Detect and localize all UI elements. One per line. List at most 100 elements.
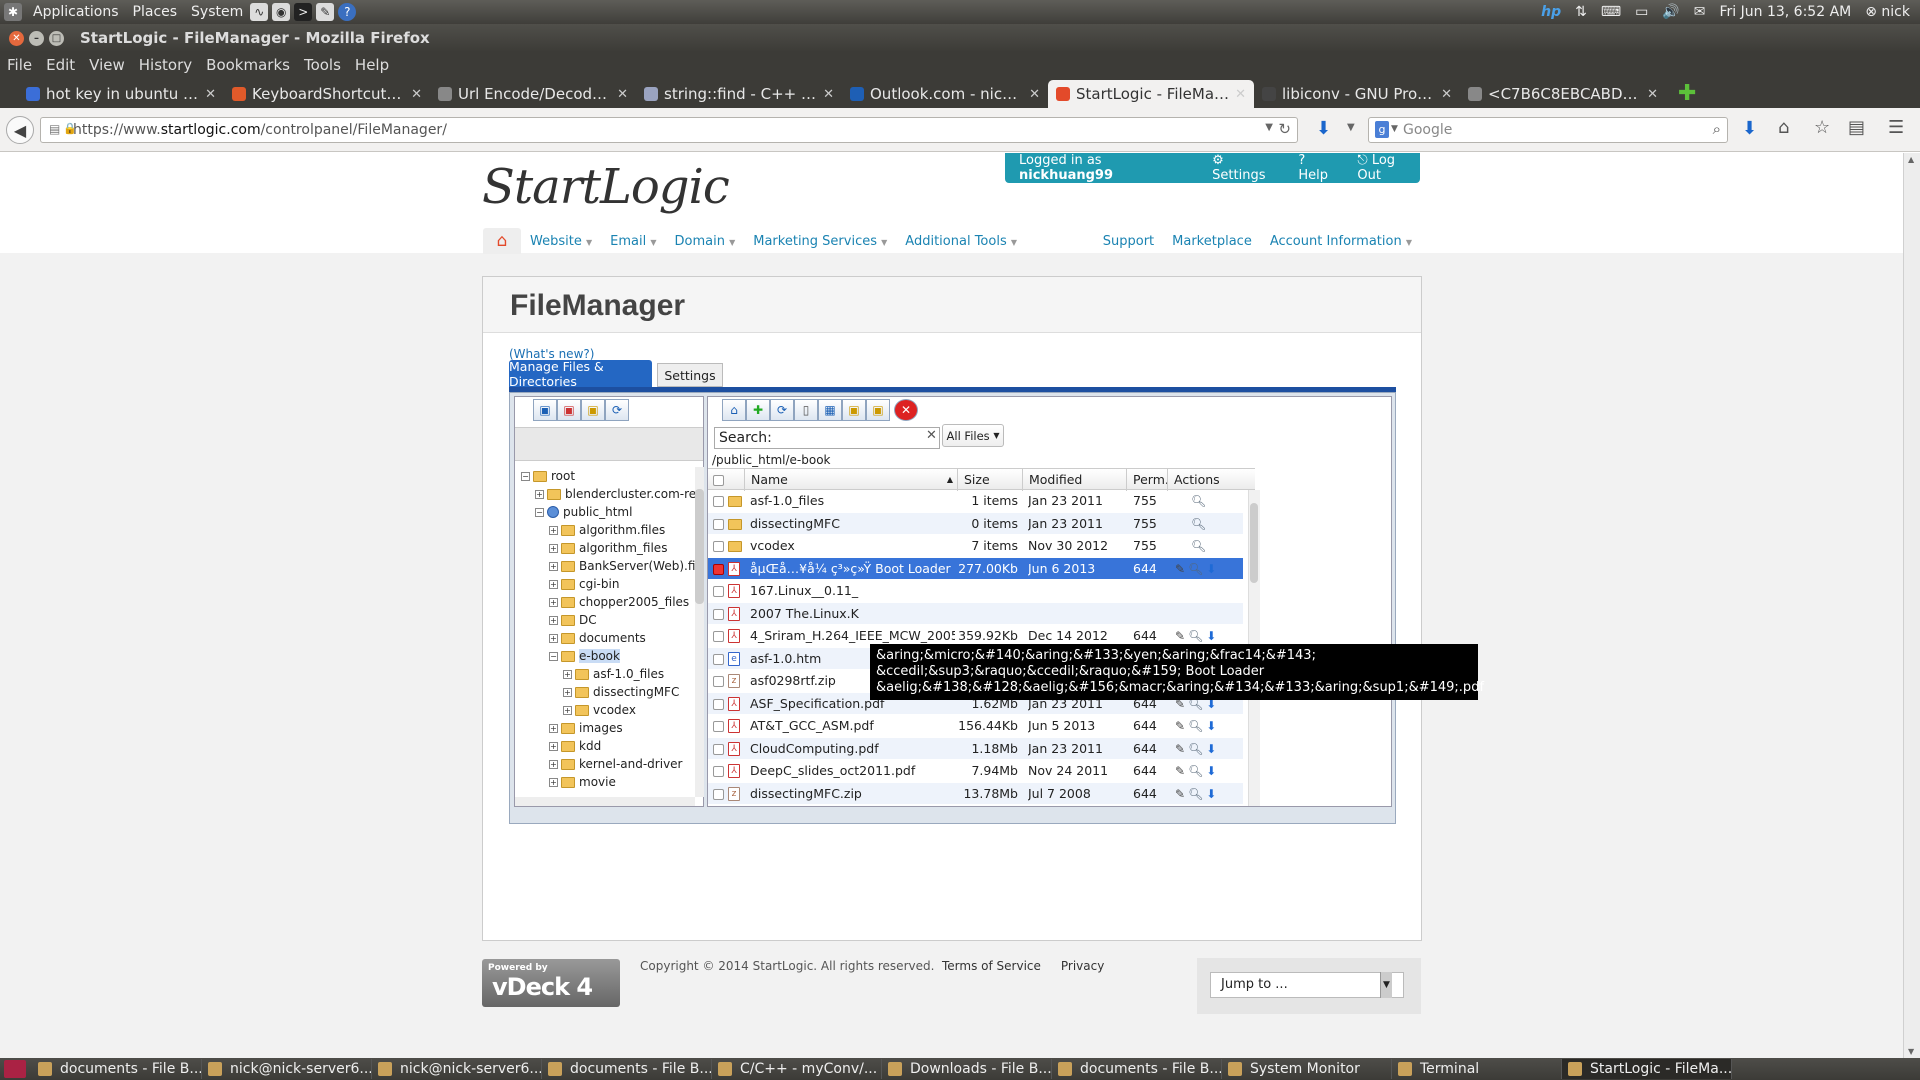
- expand-toggle-icon[interactable]: +: [549, 543, 558, 553]
- expand-toggle-icon[interactable]: −: [521, 471, 530, 481]
- nav-additional-tools[interactable]: Additional Tools ▼: [896, 234, 1026, 249]
- nav-account-information[interactable]: Account Information ▼: [1261, 234, 1421, 249]
- expand-toggle-icon[interactable]: +: [549, 777, 558, 787]
- tree-node[interactable]: + documents: [549, 629, 646, 647]
- edit-pencil-icon[interactable]: ✎: [1175, 629, 1185, 643]
- download-arrow-icon[interactable]: ⬇: [1206, 742, 1216, 756]
- row-checkbox[interactable]: [713, 721, 724, 732]
- tab-3[interactable]: string::find - C++ Re... ✕: [636, 80, 842, 108]
- menu-file[interactable]: File: [0, 56, 39, 74]
- tab-2[interactable]: Url Encode/Decode online ✕: [430, 80, 636, 108]
- tree-node[interactable]: − public_html: [535, 503, 632, 521]
- upload-image-icon[interactable]: ▦: [818, 399, 842, 421]
- settings-link[interactable]: ⚙ Settings: [1212, 153, 1278, 183]
- url-bar[interactable]: ▤ 🔒 https://www. startlogic.com/controlpa…: [40, 117, 1298, 143]
- startlogic-logo[interactable]: StartLogic: [482, 159, 730, 215]
- scroll-up-icon[interactable]: ▲: [1908, 155, 1914, 164]
- tree-node[interactable]: + DC: [549, 611, 597, 629]
- column-name[interactable]: Name ▲: [744, 469, 957, 491]
- jump-dropdown-icon[interactable]: ▼: [1380, 972, 1392, 998]
- tree-node[interactable]: + algorithm_files: [549, 539, 667, 557]
- tree-node[interactable]: + BankServer(Web).fi: [549, 557, 695, 575]
- expand-toggle-icon[interactable]: +: [549, 561, 558, 571]
- file-search-input[interactable]: Search:: [714, 427, 940, 449]
- table-row[interactable]: ⅄ åµŒå…¥å¼ ç³»ç»Ÿ Boot Loader æŠ€...277.0…: [708, 557, 1243, 580]
- expand-toggle-icon[interactable]: +: [549, 759, 558, 769]
- clock[interactable]: Fri Jun 13, 6:52 AM: [1720, 4, 1852, 20]
- tab-0[interactable]: hot key in ubuntu to ... ✕: [18, 80, 224, 108]
- row-checkbox[interactable]: [713, 766, 724, 777]
- view-magnifier-icon[interactable]: 🔍︎: [1188, 719, 1203, 733]
- nav-marketing[interactable]: Marketing Services ▼: [744, 234, 896, 249]
- table-row[interactable]: z dissectingMFC.zip 13.78Mb Jul 7 2008 644 ✎ 🔍…: [708, 782, 1243, 805]
- privacy-link[interactable]: Privacy: [1061, 959, 1104, 973]
- tab-close-icon[interactable]: ✕: [1441, 87, 1452, 102]
- home-nav-icon[interactable]: ⌂: [483, 228, 521, 254]
- view-magnifier-icon[interactable]: 🔍︎: [1188, 787, 1203, 801]
- tree-node[interactable]: + cgi-bin: [549, 575, 619, 593]
- page-scrollbar[interactable]: ▲ ▼: [1903, 153, 1920, 1058]
- expand-toggle-icon[interactable]: +: [563, 669, 572, 679]
- table-row[interactable]: asf-1.0_files 1 items Jan 23 2011 755 🔍︎: [708, 490, 1243, 513]
- new-tab-plus-icon[interactable]: ✚: [1678, 80, 1696, 108]
- download-arrow-icon[interactable]: ⬇: [1206, 629, 1216, 643]
- terminal-launcher-icon[interactable]: >: [294, 3, 313, 21]
- tab-close-icon[interactable]: ✕: [823, 87, 834, 102]
- download-arrow-icon[interactable]: ⬇: [1206, 562, 1216, 576]
- help-link[interactable]: ? Help: [1298, 153, 1337, 183]
- google-engine-icon[interactable]: g: [1375, 121, 1389, 138]
- add-file-icon[interactable]: ✚: [746, 399, 770, 421]
- tab-close-icon[interactable]: ✕: [1235, 87, 1246, 102]
- nav-email[interactable]: Email ▼: [601, 234, 665, 249]
- bookmarks-list-icon[interactable]: ▤: [1848, 117, 1865, 138]
- row-checkbox[interactable]: [713, 496, 724, 507]
- taskbar-item[interactable]: nick@nick-server6...: [202, 1059, 372, 1079]
- download-arrow-icon[interactable]: ⬇: [1206, 764, 1216, 778]
- tree-node[interactable]: + chopper2005_files: [549, 593, 689, 611]
- folder-properties-icon[interactable]: ▣: [581, 399, 605, 421]
- taskbar-item[interactable]: documents - File B...: [542, 1059, 712, 1079]
- tree-node[interactable]: + movie: [549, 773, 616, 791]
- expand-toggle-icon[interactable]: −: [549, 651, 558, 661]
- tab-close-icon[interactable]: ✕: [411, 87, 422, 102]
- reload-icon[interactable]: ↻: [1278, 120, 1291, 138]
- row-checkbox[interactable]: [713, 518, 724, 530]
- downloads-icon[interactable]: ⬇: [1742, 118, 1757, 139]
- edit-pencil-icon[interactable]: ✎: [1175, 764, 1185, 778]
- tab-7[interactable]: <C7B6C8EBCABDCFB5C... ✕: [1460, 80, 1666, 108]
- jump-to-select[interactable]: Jump to ...: [1210, 972, 1404, 998]
- view-magnifier-icon[interactable]: 🔍︎: [1188, 562, 1203, 576]
- expand-toggle-icon[interactable]: +: [535, 489, 544, 499]
- view-magnifier-icon[interactable]: 🔍︎: [1188, 742, 1203, 756]
- edit-pencil-icon[interactable]: ✎: [1175, 787, 1185, 801]
- search-icon[interactable]: ⌕: [1713, 120, 1721, 138]
- network-icon[interactable]: ⇅: [1575, 4, 1587, 20]
- expand-toggle-icon[interactable]: +: [549, 525, 558, 535]
- expand-toggle-icon[interactable]: −: [535, 507, 544, 517]
- expand-toggle-icon[interactable]: +: [549, 615, 558, 625]
- column-perm[interactable]: Perm.: [1126, 469, 1169, 491]
- tab-5[interactable]: StartLogic - FileMana... ✕: [1048, 80, 1254, 108]
- edit-pencil-icon[interactable]: ✎: [1175, 742, 1185, 756]
- delete-icon[interactable]: ✕: [894, 399, 918, 421]
- tab-close-icon[interactable]: ✕: [1029, 87, 1040, 102]
- expand-toggle-icon[interactable]: +: [549, 633, 558, 643]
- addon-dropdown-icon[interactable]: ▼: [1347, 122, 1355, 133]
- scroll-down-icon[interactable]: ▼: [1908, 1047, 1914, 1056]
- table-row[interactable]: ⅄ 167.Linux__0.11_: [708, 580, 1243, 603]
- edit-pencil-icon[interactable]: ✎: [1175, 562, 1185, 576]
- view-magnifier-icon[interactable]: 🔍︎: [1191, 494, 1206, 508]
- table-row[interactable]: dissectingMFC 0 items Jan 23 2011 755 🔍︎: [708, 512, 1243, 535]
- hp-icon[interactable]: hp: [1541, 4, 1561, 20]
- move-icon[interactable]: ▣: [842, 399, 866, 421]
- window-minimize-icon[interactable]: –: [29, 30, 44, 46]
- table-row[interactable]: vcodex 7 items Nov 30 2012 755 🔍︎: [708, 535, 1243, 558]
- menu-applications[interactable]: Applications: [26, 4, 126, 20]
- expand-toggle-icon[interactable]: +: [549, 597, 558, 607]
- row-checkbox[interactable]: [713, 541, 724, 552]
- column-modified[interactable]: Modified: [1022, 469, 1126, 491]
- menu-system[interactable]: System: [184, 4, 250, 20]
- tree-node[interactable]: + kernel-and-driver: [549, 755, 683, 773]
- ubuntu-logo-icon[interactable]: ✱: [4, 3, 22, 21]
- menu-history[interactable]: History: [132, 56, 199, 74]
